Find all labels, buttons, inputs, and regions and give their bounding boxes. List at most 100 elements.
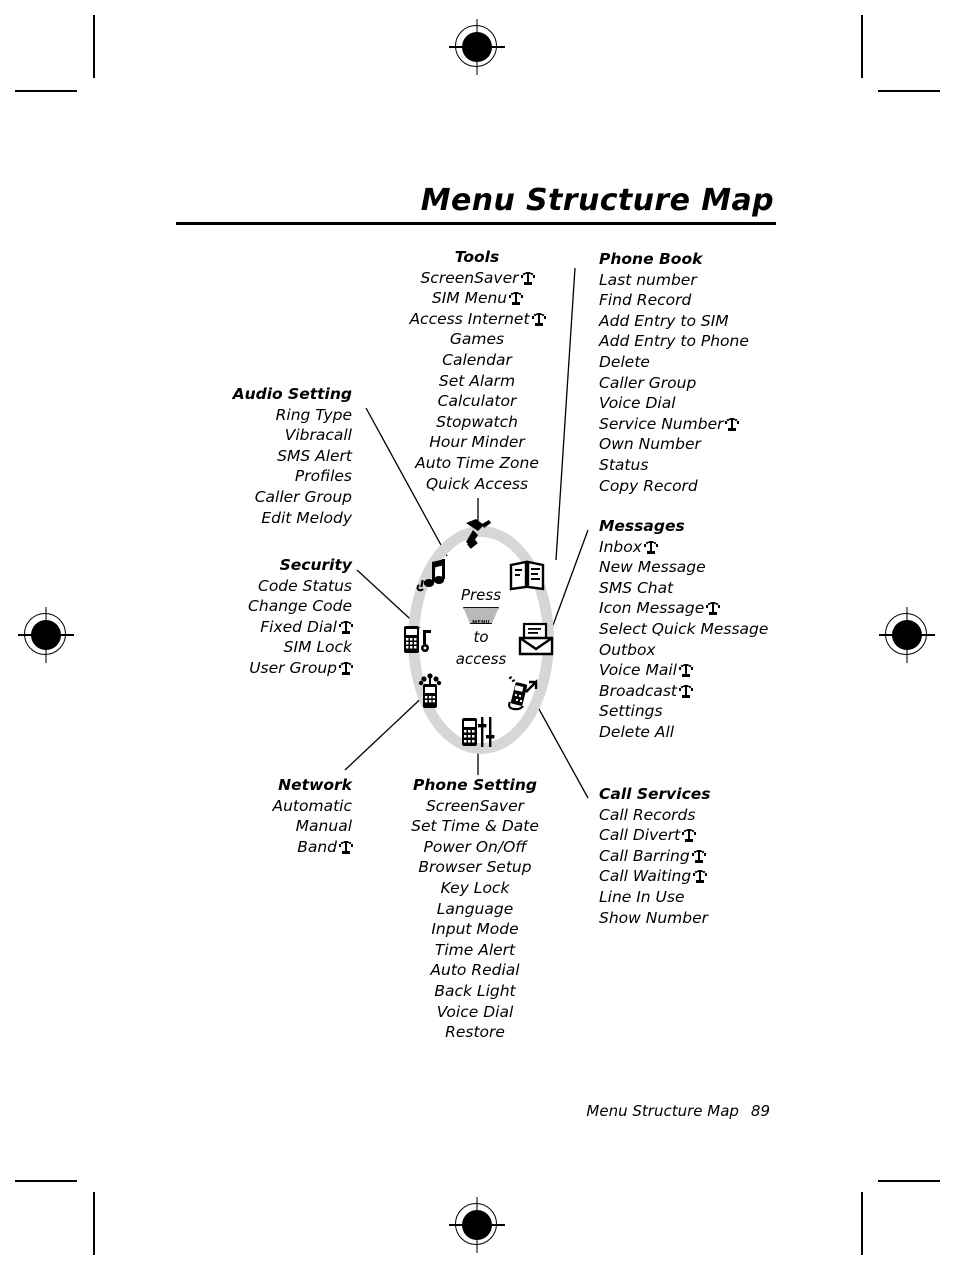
menu-item[interactable]: Profiles (170, 466, 352, 487)
menu-item[interactable]: Input Mode (380, 919, 570, 940)
menu-item[interactable]: Caller Group (170, 487, 352, 508)
menu-item[interactable]: Line In Use (599, 887, 829, 908)
group-items: Code Status Change Code Fixed Dial SIM Lock… (170, 576, 353, 679)
menu-item[interactable]: Set Alarm (382, 371, 572, 392)
menu-item[interactable]: Calculator (382, 391, 572, 412)
menu-item[interactable]: Call Records (599, 805, 829, 826)
menu-item[interactable]: Select Quick Message (599, 619, 829, 640)
menu-item-label: Band (297, 837, 337, 856)
menu-item[interactable]: Copy Record (599, 476, 829, 497)
menu-item[interactable]: Hour Minder (382, 432, 572, 453)
menu-key-icon[interactable]: MENU (463, 607, 499, 624)
menu-item[interactable]: Voice Mail (599, 660, 829, 681)
antenna-network-service-icon (339, 840, 353, 854)
footer-label: Menu Structure Map (586, 1102, 739, 1120)
menu-item-label: SIM Menu (431, 289, 508, 308)
menu-item[interactable]: ScreenSaver (380, 796, 570, 817)
menu-item[interactable]: Broadcast (599, 681, 829, 702)
menu-item[interactable]: Access Internet (382, 309, 572, 330)
phone-network-icon[interactable] (410, 672, 450, 712)
menu-item[interactable]: Back Light (380, 981, 570, 1002)
menu-item[interactable]: Add Entry to SIM (599, 311, 829, 332)
antenna-network-service-icon (693, 870, 708, 884)
menu-item-label: Own Number (599, 435, 701, 454)
menu-item[interactable]: Caller Group (599, 373, 829, 394)
menu-item-label: User Group (249, 658, 337, 677)
menu-item[interactable]: Key Lock (380, 878, 570, 899)
menu-item[interactable]: Power On/Off (380, 837, 570, 858)
menu-item[interactable]: SMS Chat (599, 578, 829, 599)
menu-item-label: Add Entry to SIM (599, 311, 729, 330)
menu-item[interactable]: Inbox (599, 537, 829, 558)
menu-item[interactable]: Call Divert (599, 825, 829, 846)
menu-item[interactable]: Set Time & Date (380, 816, 570, 837)
menu-item[interactable]: SMS Alert (170, 446, 352, 467)
menu-item[interactable]: SIM Menu (382, 288, 572, 309)
menu-item-label: Time Alert (434, 940, 516, 959)
menu-item[interactable]: ScreenSaver (382, 268, 572, 289)
menu-item[interactable]: Add Entry to Phone (599, 331, 829, 352)
menu-item[interactable]: Own Number (599, 434, 829, 455)
music-notes-icon[interactable] (412, 556, 452, 596)
phone-lock-security-icon[interactable] (398, 620, 438, 660)
menu-item-label: Access Internet (409, 309, 530, 328)
menu-item[interactable]: Delete All (599, 722, 829, 743)
phone-settings-slider-icon[interactable] (456, 712, 496, 752)
menu-item-label: Ring Type (275, 405, 352, 424)
menu-item[interactable]: Call Barring (599, 846, 829, 867)
menu-item[interactable]: Settings (599, 701, 829, 722)
menu-item-label: Delete All (599, 722, 675, 741)
menu-item[interactable]: Status (599, 455, 829, 476)
menu-item-label: Fixed Dial (260, 617, 337, 636)
menu-item-label: Profiles (294, 467, 352, 486)
envelope-message-icon[interactable] (516, 620, 556, 660)
menu-item[interactable]: Band (170, 837, 353, 858)
group-heading: Security (279, 556, 352, 574)
menu-item[interactable]: Code Status (170, 576, 352, 597)
menu-item[interactable]: Quick Access (382, 474, 572, 495)
menu-item[interactable]: Auto Time Zone (382, 453, 572, 474)
open-book-icon[interactable] (507, 556, 547, 596)
menu-item[interactable]: Language (380, 899, 570, 920)
menu-item-label: SIM Lock (283, 638, 352, 657)
menu-item[interactable]: Service Number (599, 414, 829, 435)
menu-item[interactable]: Change Code (170, 596, 352, 617)
menu-item[interactable]: Calendar (382, 350, 572, 371)
group-tools: Tools ScreenSaver SIM Menu Access Internet… (382, 247, 572, 494)
menu-item-label: Caller Group (599, 373, 697, 392)
menu-item[interactable]: Vibracall (170, 425, 352, 446)
menu-item[interactable]: Delete (599, 352, 829, 373)
menu-item[interactable]: Browser Setup (380, 857, 570, 878)
menu-item[interactable]: Ring Type (170, 405, 352, 426)
menu-item[interactable]: SIM Lock (170, 637, 352, 658)
menu-item[interactable]: Find Record (599, 290, 829, 311)
menu-item[interactable]: Stopwatch (382, 412, 572, 433)
menu-item-label: Games (449, 330, 505, 349)
menu-item[interactable]: Manual (170, 816, 352, 837)
menu-item[interactable]: Voice Dial (380, 1002, 570, 1023)
menu-item[interactable]: Call Waiting (599, 866, 829, 887)
menu-item-label: Voice Dial (599, 394, 676, 413)
menu-item[interactable]: Time Alert (380, 940, 570, 961)
menu-item[interactable]: Show Number (599, 908, 829, 929)
hammer-tools-icon[interactable] (456, 515, 496, 555)
phone-call-arrow-icon[interactable] (502, 672, 542, 712)
menu-item[interactable]: Edit Melody (170, 508, 352, 529)
menu-item[interactable]: Automatic (170, 796, 353, 817)
menu-item[interactable]: Outbox (599, 640, 829, 661)
menu-item[interactable]: New Message (599, 557, 829, 578)
menu-item[interactable]: Restore (380, 1022, 570, 1043)
menu-item[interactable]: Icon Message (599, 598, 829, 619)
menu-item-label: Key Lock (440, 878, 510, 897)
group-items: Inbox New Message SMS Chat Icon Message Sele… (599, 537, 829, 743)
menu-item[interactable]: Auto Redial (380, 960, 570, 981)
antenna-network-service-icon (643, 540, 658, 554)
antenna-network-service-icon (725, 417, 740, 431)
menu-item[interactable]: Games (382, 329, 572, 350)
menu-item[interactable]: User Group (170, 658, 353, 679)
menu-item-label: Language (436, 899, 514, 918)
page-footer: Menu Structure Map 89 (440, 1102, 770, 1120)
menu-item[interactable]: Fixed Dial (170, 617, 353, 638)
menu-item[interactable]: Voice Dial (599, 393, 829, 414)
menu-item[interactable]: Last number (599, 270, 829, 291)
